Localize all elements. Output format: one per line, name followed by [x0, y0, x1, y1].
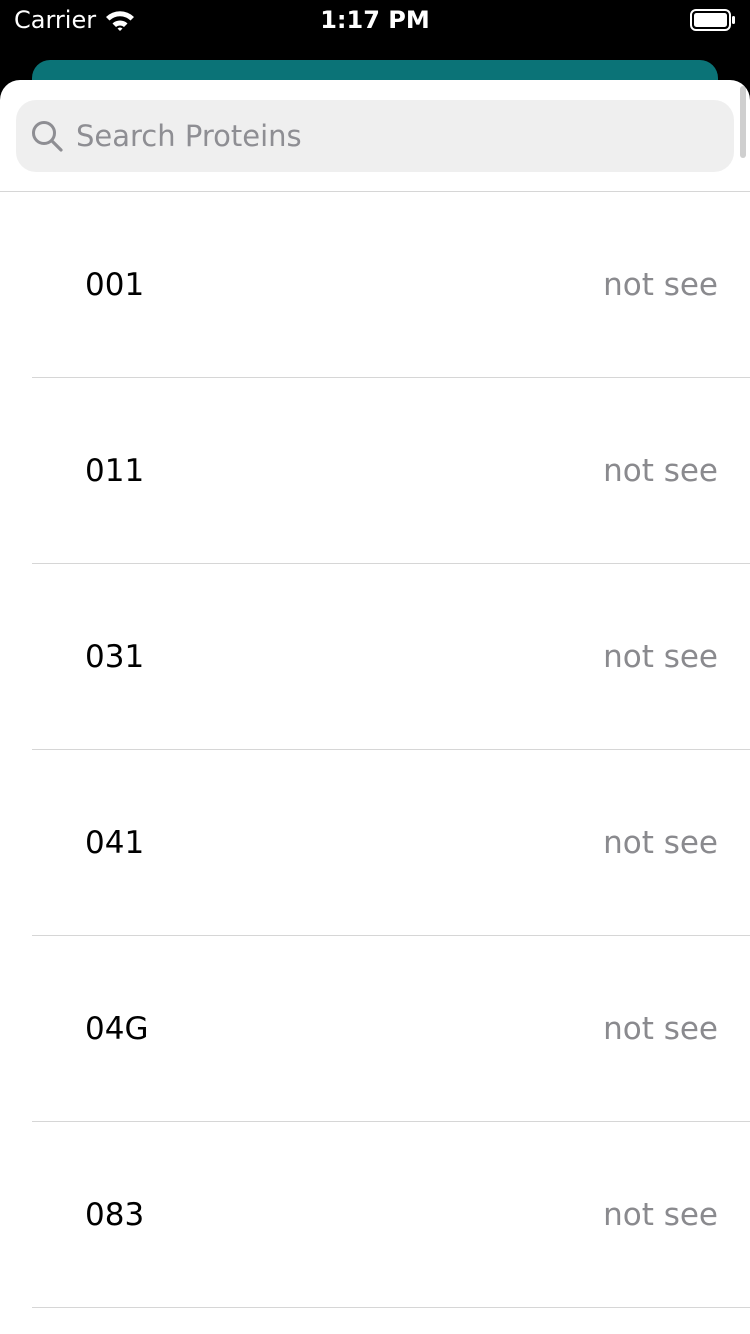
protein-row[interactable]: 083 not see	[0, 1122, 750, 1308]
search-bar[interactable]	[16, 100, 734, 172]
search-icon	[32, 121, 63, 152]
protein-status: not see	[603, 267, 718, 303]
protein-row[interactable]: 011 not see	[0, 378, 750, 564]
status-time: 1:17 PM	[320, 6, 430, 34]
search-input[interactable]	[76, 106, 734, 166]
protein-list-sheet: 001 not see 011 not see 031 not see 041 …	[0, 80, 750, 1334]
row-separator	[32, 1307, 750, 1308]
protein-name: 011	[85, 453, 145, 489]
protein-status: not see	[603, 639, 718, 675]
protein-status: not see	[603, 453, 718, 489]
protein-list: 001 not see 011 not see 031 not see 041 …	[0, 192, 750, 1308]
protein-name: 001	[85, 267, 145, 303]
protein-name: 031	[85, 639, 145, 675]
protein-name: 083	[85, 1197, 145, 1233]
protein-name: 041	[85, 825, 145, 861]
status-bar: Carrier 1:17 PM	[0, 0, 750, 40]
protein-row[interactable]: 001 not see	[0, 192, 750, 378]
protein-status: not see	[603, 825, 718, 861]
protein-name: 04G	[85, 1011, 149, 1047]
protein-row[interactable]: 041 not see	[0, 750, 750, 936]
protein-row[interactable]: 031 not see	[0, 564, 750, 750]
protein-status: not see	[603, 1197, 718, 1233]
battery-icon	[690, 9, 735, 31]
scroll-indicator[interactable]	[740, 86, 746, 158]
protein-status: not see	[603, 1011, 718, 1047]
protein-row[interactable]: 04G not see	[0, 936, 750, 1122]
